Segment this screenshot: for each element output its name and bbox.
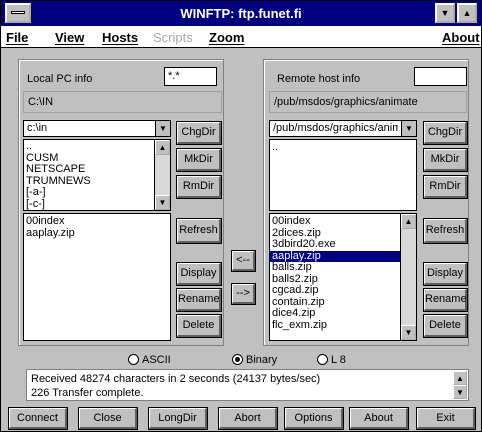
scroll-down-icon[interactable]: ▼	[155, 195, 170, 210]
abort-button[interactable]: Abort	[218, 407, 278, 430]
local-file-list[interactable]: 00index aaplay.zip	[23, 213, 171, 341]
status-line-2: 226 Transfer complete.	[31, 387, 144, 399]
scroll-up-icon[interactable]: ▲	[401, 214, 416, 229]
local-dir-value: c:\in	[27, 122, 48, 134]
list-item[interactable]: TRUMNEWS	[24, 175, 170, 188]
list-item[interactable]: 3dbird20.exe	[270, 238, 416, 251]
menu-bar: File View Hosts Scripts Zoom About	[1, 26, 481, 48]
menu-hosts[interactable]: Hosts	[102, 30, 138, 45]
local-mkdir-button[interactable]: MkDir	[176, 148, 222, 172]
local-dir-scrollbar[interactable]: ▲ ▼	[154, 140, 170, 210]
local-dir-dropdown[interactable]: c:\in ▼	[23, 120, 171, 137]
list-item[interactable]: NETSCAPE	[24, 163, 170, 176]
l8-label: L 8	[331, 354, 346, 366]
minimize-button[interactable]: ▼	[435, 3, 455, 23]
scroll-down-icon[interactable]: ▼	[401, 325, 416, 340]
binary-radio[interactable]: Binary	[232, 354, 277, 366]
dropdown-arrow-icon[interactable]: ▼	[155, 121, 170, 136]
about-button[interactable]: About	[349, 407, 409, 430]
remote-rmdir-button[interactable]: RmDir	[423, 175, 468, 199]
local-rename-button[interactable]: Rename	[176, 288, 222, 312]
remote-chgdir-button[interactable]: ChgDir	[423, 121, 468, 145]
remote-rename-button[interactable]: Rename	[423, 288, 468, 312]
remote-info-label: Remote host info	[277, 73, 361, 85]
maximize-icon: ▲	[462, 8, 472, 18]
longdir-button[interactable]: LongDir	[148, 407, 208, 430]
binary-label: Binary	[246, 354, 278, 366]
status-scroll-up-icon[interactable]: ▲	[453, 371, 467, 385]
list-item[interactable]: aaplay.zip	[24, 227, 170, 240]
remote-delete-button[interactable]: Delete	[423, 314, 468, 338]
system-menu-button[interactable]	[5, 3, 31, 23]
menu-file[interactable]: File	[6, 30, 28, 45]
menu-view[interactable]: View	[55, 30, 84, 45]
ascii-radio[interactable]: ASCII	[128, 354, 171, 366]
list-item[interactable]: ..	[24, 140, 170, 153]
window-title: WINFTP: ftp.funet.fi	[180, 6, 302, 21]
status-scroll-down-icon[interactable]: ▼	[453, 385, 467, 399]
remote-dir-value: /pub/msdos/graphics/anim	[273, 122, 398, 134]
scroll-up-icon[interactable]: ▲	[155, 140, 170, 155]
list-item[interactable]: [-c-]	[24, 198, 170, 211]
dropdown-arrow-icon[interactable]: ▼	[401, 121, 416, 136]
exit-button[interactable]: Exit	[416, 407, 476, 430]
local-path: C:\IN	[23, 91, 222, 113]
l8-radio[interactable]: L 8	[317, 354, 346, 366]
local-dir-list[interactable]: .. CUSM NETSCAPE TRUMNEWS [-a-] [-c-] ▲ ▼	[23, 139, 171, 211]
local-filter-input[interactable]: *.*	[164, 67, 217, 86]
transfer-to-local-button[interactable]: <--	[231, 250, 256, 272]
options-button[interactable]: Options	[284, 407, 344, 430]
remote-dir-list[interactable]: ..	[269, 139, 417, 211]
remote-filter-input[interactable]	[414, 67, 467, 86]
radio-selected-icon	[232, 354, 243, 365]
local-refresh-button[interactable]: Refresh	[176, 218, 222, 244]
local-rmdir-button[interactable]: RmDir	[176, 175, 222, 199]
radio-icon	[317, 354, 328, 365]
local-chgdir-button[interactable]: ChgDir	[176, 121, 222, 145]
close-button[interactable]: Close	[78, 407, 138, 430]
local-delete-button[interactable]: Delete	[176, 314, 222, 338]
list-item[interactable]: ..	[270, 141, 416, 154]
list-item[interactable]: balls.zip	[270, 261, 416, 274]
status-line-1: Received 48274 characters in 2 seconds (…	[31, 373, 321, 385]
status-log: Received 48274 characters in 2 seconds (…	[26, 369, 469, 401]
local-info-label: Local PC info	[27, 73, 93, 85]
connect-button[interactable]: Connect	[8, 407, 68, 430]
remote-file-list[interactable]: 00index 2dices.zip 3dbird20.exe aaplay.zip b…	[269, 213, 417, 341]
remote-refresh-button[interactable]: Refresh	[423, 218, 468, 244]
menu-scripts: Scripts	[153, 30, 193, 45]
remote-file-scrollbar[interactable]: ▲ ▼	[400, 214, 416, 340]
list-item[interactable]: 00index	[270, 215, 416, 228]
list-item[interactable]: flc_exm.zip	[270, 319, 416, 332]
remote-path: /pub/msdos/graphics/animate	[269, 91, 467, 113]
title-bar[interactable]: WINFTP: ftp.funet.fi ▼ ▲	[1, 1, 481, 26]
minimize-icon: ▼	[440, 8, 450, 18]
menu-about[interactable]: About	[442, 30, 480, 45]
list-item[interactable]: dice4.zip	[270, 307, 416, 320]
list-item[interactable]: 00index	[24, 215, 170, 228]
menu-zoom[interactable]: Zoom	[209, 30, 244, 45]
list-item[interactable]: cgcad.zip	[270, 284, 416, 297]
local-display-button[interactable]: Display	[176, 262, 222, 286]
system-menu-icon	[11, 11, 25, 14]
ascii-label: ASCII	[142, 354, 171, 366]
remote-display-button[interactable]: Display	[423, 262, 468, 286]
maximize-button[interactable]: ▲	[457, 3, 477, 23]
radio-icon	[128, 354, 139, 365]
transfer-to-remote-button[interactable]: -->	[231, 283, 256, 305]
remote-dir-dropdown[interactable]: /pub/msdos/graphics/anim ▼	[269, 120, 417, 137]
remote-mkdir-button[interactable]: MkDir	[423, 148, 468, 172]
list-item[interactable]: [-a-]	[24, 186, 170, 199]
winftp-window: WINFTP: ftp.funet.fi ▼ ▲ File View Hosts…	[0, 0, 482, 432]
